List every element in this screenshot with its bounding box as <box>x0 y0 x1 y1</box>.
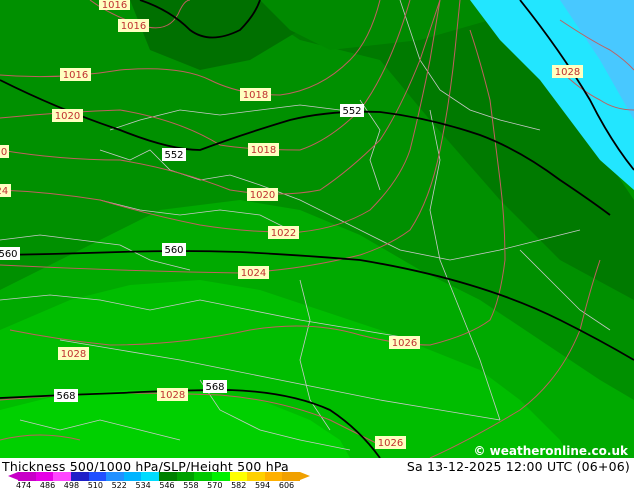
scale-tick-label: 486 <box>39 481 56 490</box>
map-datetime: Sa 13-12-2025 12:00 UTC (06+06) <box>406 459 630 474</box>
scale-swatch <box>211 472 230 481</box>
svg-text:1018: 1018 <box>251 145 276 156</box>
isobar-label: 1018 <box>240 88 271 101</box>
svg-text:1020: 1020 <box>250 190 275 201</box>
svg-text:560: 560 <box>0 249 18 260</box>
scale-swatch <box>70 472 89 481</box>
scale-ticks: 474 486 498 510 522 534 546 558 570 582 594 606 <box>16 481 318 490</box>
svg-text:552: 552 <box>164 150 183 161</box>
svg-text:1024: 1024 <box>241 268 266 279</box>
svg-text:1020: 1020 <box>55 111 80 122</box>
scale-swatch <box>123 472 142 481</box>
scale-swatch <box>141 472 159 481</box>
isobar-label: 1024 <box>238 266 269 279</box>
scale-tick-label: 522 <box>111 481 127 490</box>
height-label: 552 <box>162 148 186 161</box>
svg-text:1020: 1020 <box>0 147 7 158</box>
height-label: 568 <box>203 380 227 393</box>
scale-swatch <box>18 472 36 481</box>
height-label: 552 <box>340 104 364 117</box>
legend-footer: Thickness 500/1000 hPa/SLP/Height 500 hP… <box>0 458 634 490</box>
svg-text:1016: 1016 <box>102 0 127 11</box>
height-label: 560 <box>0 247 20 260</box>
scale-tick-label: 594 <box>254 481 271 490</box>
svg-text:560: 560 <box>164 245 183 256</box>
isobar-label: 1016 <box>99 0 130 11</box>
scale-tick-label: 474 <box>16 481 32 490</box>
svg-text:1028: 1028 <box>555 67 580 78</box>
scale-tick-label: 606 <box>278 481 295 490</box>
scale-swatch <box>35 472 54 481</box>
scale-swatch <box>229 472 248 481</box>
isobar-label: 1026 <box>375 436 406 449</box>
svg-text:1026: 1026 <box>378 438 403 449</box>
isobar-label: 1020 <box>247 188 278 201</box>
svg-text:1026: 1026 <box>392 338 417 349</box>
height-label: 560 <box>162 243 186 256</box>
scale-tick-label: 570 <box>207 481 223 490</box>
isobar-label: 1020 <box>52 109 83 122</box>
svg-text:1016: 1016 <box>63 70 88 81</box>
svg-text:568: 568 <box>56 391 75 402</box>
scale-swatch <box>106 472 124 481</box>
isobar-label: 1022 <box>268 226 299 239</box>
isobar-label: 1028 <box>552 65 583 78</box>
scale-swatch <box>194 472 212 481</box>
weather-map: 1016 1016 1016 1018 1018 1020 1020 1022 … <box>0 0 634 458</box>
isobar-label-edge: 1020 <box>0 145 9 158</box>
scale-swatch <box>264 472 283 481</box>
map-canvas: 1016 1016 1016 1018 1018 1020 1020 1022 … <box>0 0 634 458</box>
scale-tick-label: 534 <box>135 481 151 490</box>
scale-swatch <box>53 472 71 481</box>
height-label: 568 <box>54 389 78 402</box>
scale-swatch <box>176 472 195 481</box>
scale-swatch <box>282 472 300 481</box>
svg-text:1018: 1018 <box>243 90 268 101</box>
isobar-label: 1018 <box>248 143 279 156</box>
isobar-label: 1016 <box>60 68 91 81</box>
scale-swatch <box>247 472 265 481</box>
scale-swatch <box>159 472 177 481</box>
scale-tick-label: 510 <box>87 481 103 490</box>
isobar-label: 1016 <box>118 19 149 32</box>
svg-text:1024: 1024 <box>0 186 8 197</box>
isobar-label: 1028 <box>58 347 89 360</box>
svg-text:568: 568 <box>205 382 224 393</box>
isobar-label: 1028 <box>157 388 188 401</box>
scale-tick-label: 498 <box>63 481 80 490</box>
credit-text: © weatheronline.co.uk <box>473 444 628 458</box>
scale-swatch <box>88 472 107 481</box>
scale-arrow-right <box>300 472 310 480</box>
svg-text:1028: 1028 <box>160 390 185 401</box>
svg-text:1022: 1022 <box>271 228 296 239</box>
svg-text:552: 552 <box>342 106 361 117</box>
isobar-label-edge: 1024 <box>0 184 11 197</box>
color-scale <box>8 472 310 481</box>
scale-arrow-left <box>8 472 18 480</box>
svg-text:1028: 1028 <box>61 349 86 360</box>
scale-tick-label: 582 <box>231 481 247 490</box>
svg-text:1016: 1016 <box>121 21 146 32</box>
scale-tick-label: 558 <box>183 481 199 490</box>
isobar-label: 1026 <box>389 336 420 349</box>
scale-tick-label: 546 <box>159 481 175 490</box>
